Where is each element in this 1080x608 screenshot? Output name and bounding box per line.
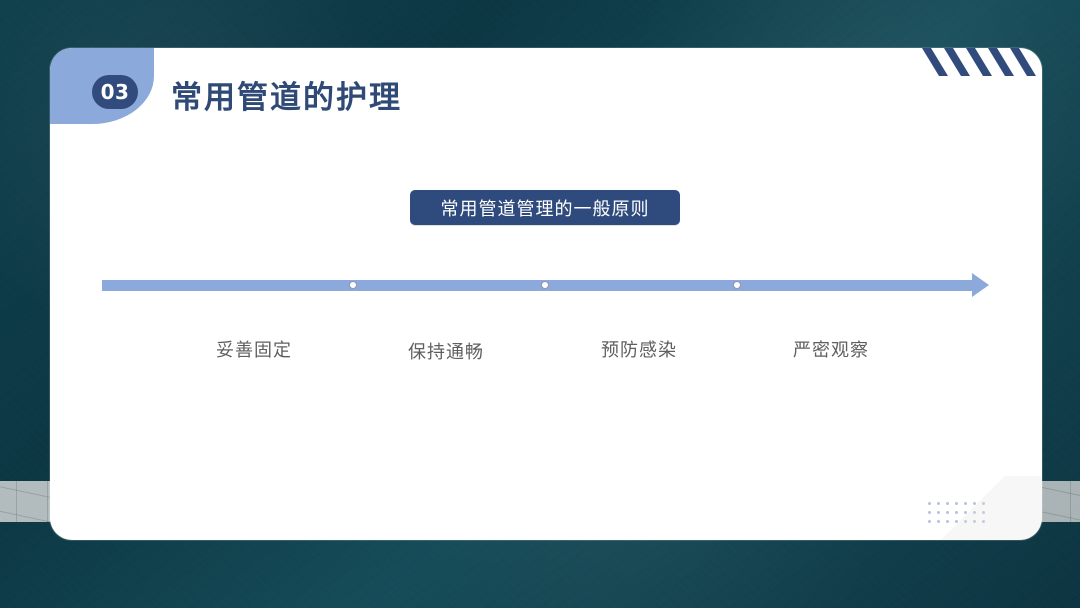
principle-label-observation: 严密观察 xyxy=(793,340,869,361)
timeline-dot-icon xyxy=(541,281,549,289)
timeline-dot-icon xyxy=(349,281,357,289)
slide-screen: 03 常用管道的护理 常用管道管理的一般原则 妥善固定 保持通畅 预防感染 严密… xyxy=(0,0,1080,608)
timeline-arrow-icon xyxy=(972,273,989,297)
principles-list: 妥善固定 保持通畅 预防感染 严密观察 xyxy=(50,336,1042,376)
stripe-decoration xyxy=(922,48,1036,76)
timeline-line xyxy=(102,280,972,291)
timeline-dot-icon xyxy=(733,281,741,289)
principles-heading: 常用管道管理的一般原则 xyxy=(410,190,680,225)
slide-card: 03 常用管道的护理 常用管道管理的一般原则 妥善固定 保持通畅 预防感染 严密… xyxy=(50,48,1042,540)
principle-label-patency: 保持通畅 xyxy=(408,342,484,363)
principle-label-infection-prevention: 预防感染 xyxy=(601,340,677,361)
page-title: 常用管道的护理 xyxy=(171,80,402,116)
process-timeline xyxy=(102,272,990,300)
section-number-badge: 03 xyxy=(92,75,138,109)
principle-label-fixation: 妥善固定 xyxy=(216,340,292,361)
corner-light-decoration xyxy=(922,476,1042,540)
